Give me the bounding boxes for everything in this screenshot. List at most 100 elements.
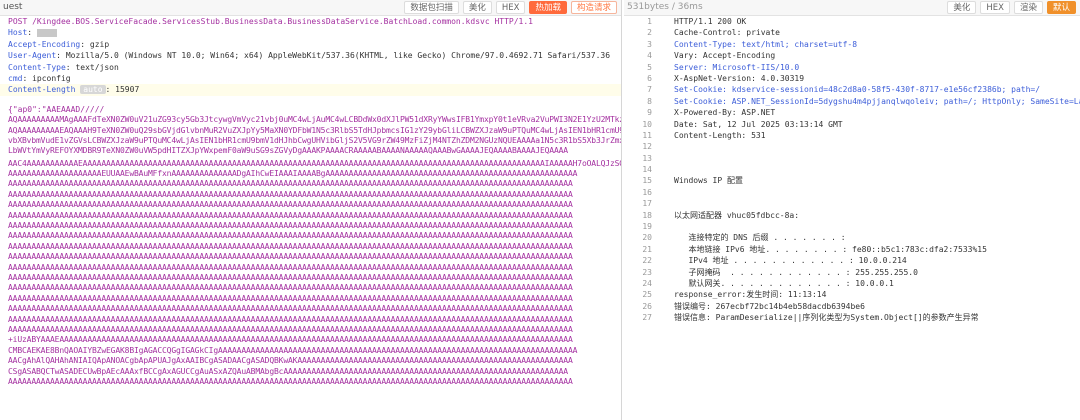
response-line: 1 HTTP/1.1 200 OK <box>624 16 1080 27</box>
header-name: Host <box>8 28 28 38</box>
response-line: 21 本地链接 IPv6 地址. . . . . . . . : fe80::b… <box>624 244 1080 255</box>
line-number: 17 <box>642 199 652 209</box>
line-number: 2 <box>647 28 652 38</box>
response-line: 10 Date: Sat, 12 Jul 2025 03:13:14 GMT <box>624 119 1080 130</box>
line-number: 19 <box>642 222 652 232</box>
response-line-text: Content-Length: 531 <box>674 130 766 140</box>
response-line: 9 X-Powered-By: ASP.NET <box>624 107 1080 118</box>
hex-button[interactable]: HEX <box>980 1 1010 14</box>
response-line-text: 错误信息: ParamDeserialize||序列化类型为System.Obj… <box>674 313 979 323</box>
response-line: 24 默认网关. . . . . . . . . . . . . : 10.0.… <box>624 278 1080 289</box>
response-line-text: HTTP/1.1 200 OK <box>674 17 747 26</box>
response-line: 19 <box>624 221 1080 232</box>
header-value: ipconfig <box>32 73 71 83</box>
response-line: 27 错误信息: ParamDeserialize||序列化类型为System.O… <box>624 312 1080 323</box>
body-line: AACgAhAlQAHAhANIAIQApANOACgbApAPUAJgAxAA… <box>8 356 573 366</box>
request-pane: uest 数据包扫描 美化 HEX 热加载 构造请求 POST /Kingdee… <box>0 0 622 420</box>
body-line: AAAAAAAAAAAAAAAAAAAAAAAAAAAAAAAAAAAAAAAA… <box>8 293 573 303</box>
request-title: uest <box>3 2 23 12</box>
response-line: 15 Windows IP 配置 <box>624 175 1080 186</box>
default-dropdown[interactable]: 默认 <box>1046 1 1076 14</box>
body-line: AAAAAAAAAAAAAAAAAAAAAAAAAAAAAAAAAAAAAAAA… <box>8 272 573 282</box>
body-line: CMBCAEKAE8BnQAOAIYBZwEGAK8BIgAGACCQGgIGA… <box>8 345 578 355</box>
body-line: AAAAAAAAAAAAAAAAAAAAAAAAAAAAAAAAAAAAAAAA… <box>8 376 573 386</box>
scan-button[interactable]: 数据包扫描 <box>404 1 459 14</box>
header-name: Accept-Encoding <box>8 39 81 49</box>
response-line: 13 <box>624 153 1080 164</box>
response-line-text: X-Powered-By: ASP.NET <box>674 108 776 118</box>
response-line: 14 <box>624 164 1080 175</box>
response-line: 23 子网掩码 . . . . . . . . . . . . : 255.25… <box>624 267 1080 278</box>
redacted-host <box>36 28 57 37</box>
body-line: AAAAAAAAAAAAAAAAAAAAAAAAAAAAAAAAAAAAAAAA… <box>8 252 573 262</box>
header-value: gzip <box>89 39 110 49</box>
response-line: 22 IPv4 地址 . . . . . . . . . . . . : 10.… <box>624 255 1080 266</box>
line-number: 16 <box>642 187 652 197</box>
line-number: 26 <box>642 301 652 311</box>
response-editor[interactable]: 1 HTTP/1.1 200 OK 2 Cache-Control: private 3… <box>624 16 1080 324</box>
body-start: {"ap0":"AAEAAAD///// <box>8 104 105 114</box>
beautify-button[interactable]: 美化 <box>462 1 492 14</box>
body-line: AQAAAAAAAAAMAgAAAFdTeXN0ZW0uV21uZG93cy5G… <box>8 115 621 125</box>
line-number: 15 <box>642 176 652 186</box>
header-value: Mozilla/5.0 (Windows NT 10.0; Win64; x64… <box>65 51 611 61</box>
request-body: AQAAAAAAAAAMAgAAAFdTeXN0ZW0uV21uZG93cy5G… <box>0 115 621 387</box>
header-value: text/json <box>75 62 119 72</box>
body-line: AAAAAAAAAAAAAAAAAAAAAAAAAAAAAAAAAAAAAAAA… <box>8 304 573 314</box>
response-line: 25 response_error:发生时间: 11:13:14 <box>624 289 1080 300</box>
line-number: 22 <box>642 256 652 266</box>
request-line: POST /Kingdee.BOS.ServiceFacade.Services… <box>8 17 533 26</box>
response-line: 3 Content-Type: text/html; charset=utf-8 <box>624 39 1080 50</box>
response-line: 20 连接特定的 DNS 后缀 . . . . . . . : <box>624 232 1080 243</box>
response-size: 531bytes / 36ms <box>627 2 703 12</box>
response-line: 18 以太网适配器 vhuc05fdbcc-8a: <box>624 210 1080 221</box>
build-request-button[interactable]: 构造请求 <box>570 1 617 14</box>
header-name: cmd <box>8 73 23 83</box>
response-line-text: Vary: Accept-Encoding <box>674 51 776 61</box>
response-pane: 531bytes / 36ms 美化 HEX 渲染 默认 1 HTTP/1.1 2… <box>624 0 1080 420</box>
response-line: 5 Server: Microsoft-IIS/10.0 <box>624 62 1080 73</box>
response-line: 12 <box>624 141 1080 152</box>
response-line-text: 本地链接 IPv6 地址. . . . . . . . : fe80::b5c1… <box>674 244 987 254</box>
response-line-text: 连接特定的 DNS 后缀 . . . . . . . : <box>674 233 846 243</box>
auto-badge[interactable]: auto <box>80 85 106 95</box>
line-number: 3 <box>647 39 652 49</box>
line-number: 1 <box>647 17 652 26</box>
line-number: 12 <box>642 142 652 152</box>
response-toolbar: 531bytes / 36ms 美化 HEX 渲染 默认 <box>624 0 1080 16</box>
render-button[interactable]: 渲染 <box>1013 1 1043 14</box>
line-number: 10 <box>642 119 652 129</box>
response-line-text: Set-Cookie: kdservice-sessionid=48c2d8a0… <box>674 85 1041 95</box>
body-line: AAAAAAAAAAAAAAAAAAAAAAAAAAAAAAAAAAAAAAAA… <box>8 179 573 189</box>
line-number: 11 <box>642 130 652 140</box>
hex-button[interactable]: HEX <box>495 1 526 14</box>
response-line-text: Windows IP 配置 <box>674 176 743 186</box>
line-number: 7 <box>647 85 652 95</box>
response-line-text: X-AspNet-Version: 4.0.30319 <box>674 73 805 83</box>
response-line: 16 <box>624 187 1080 198</box>
body-line: AAAAAAAAAAAAAAAAAAAAAAAAAAAAAAAAAAAAAAAA… <box>8 221 573 231</box>
body-line: AAAAAAAAAAAAAAAAAAAAAAAAAAAAAAAAAAAAAAAA… <box>8 231 573 241</box>
hot-load-button[interactable]: 热加载 <box>529 1 567 14</box>
line-number: 8 <box>647 96 652 106</box>
request-editor[interactable]: POST /Kingdee.BOS.ServiceFacade.Services… <box>0 16 621 387</box>
response-line-text: 以太网适配器 vhuc05fdbcc-8a: <box>674 210 800 220</box>
body-line: AAC4AAAAAAAAAAAEAAAAAAAAAAAAAAAAAAAAAAAA… <box>8 158 621 168</box>
line-number: 27 <box>642 313 652 323</box>
response-line-text: 默认网关. . . . . . . . . . . . . : 10.0.0.1 <box>674 278 894 288</box>
body-line: AAAAAAAAAAAAAAAAAAAAEUUAAEwBAuMFfxnAAAAA… <box>8 169 578 179</box>
body-line: AQAAAAAAAAAEAQAAAH9TeXN0ZW0uQ29sbGVjdGlv… <box>8 125 621 135</box>
response-line-text: IPv4 地址 . . . . . . . . . . . . : 10.0.0… <box>674 256 907 266</box>
response-line: 26 错误编号: 267ecbf72bc14b4eb58dacdb6394be6 <box>624 301 1080 312</box>
response-line: 7 Set-Cookie: kdservice-sessionid=48c2d8a… <box>624 84 1080 95</box>
body-line: CSgASABQCTwASADECUwBpAEcAAAxfBCCgAxAGUCC… <box>8 366 568 376</box>
response-line-text: response_error:发生时间: 11:13:14 <box>674 290 827 300</box>
body-line: AAAAAAAAAAAAAAAAAAAAAAAAAAAAAAAAAAAAAAAA… <box>8 324 573 334</box>
beautify-button[interactable]: 美化 <box>947 1 977 14</box>
line-number: 20 <box>642 233 652 243</box>
response-line: 17 <box>624 198 1080 209</box>
response-line-text: Date: Sat, 12 Jul 2025 03:13:14 GMT <box>674 119 843 129</box>
response-line-text: Set-Cookie: ASP.NET_SessionId=5dygshu4m4… <box>674 96 1080 106</box>
body-line: AAAAAAAAAAAAAAAAAAAAAAAAAAAAAAAAAAAAAAAA… <box>8 210 573 220</box>
body-line: AAAAAAAAAAAAAAAAAAAAAAAAAAAAAAAAAAAAAAAA… <box>8 189 573 199</box>
